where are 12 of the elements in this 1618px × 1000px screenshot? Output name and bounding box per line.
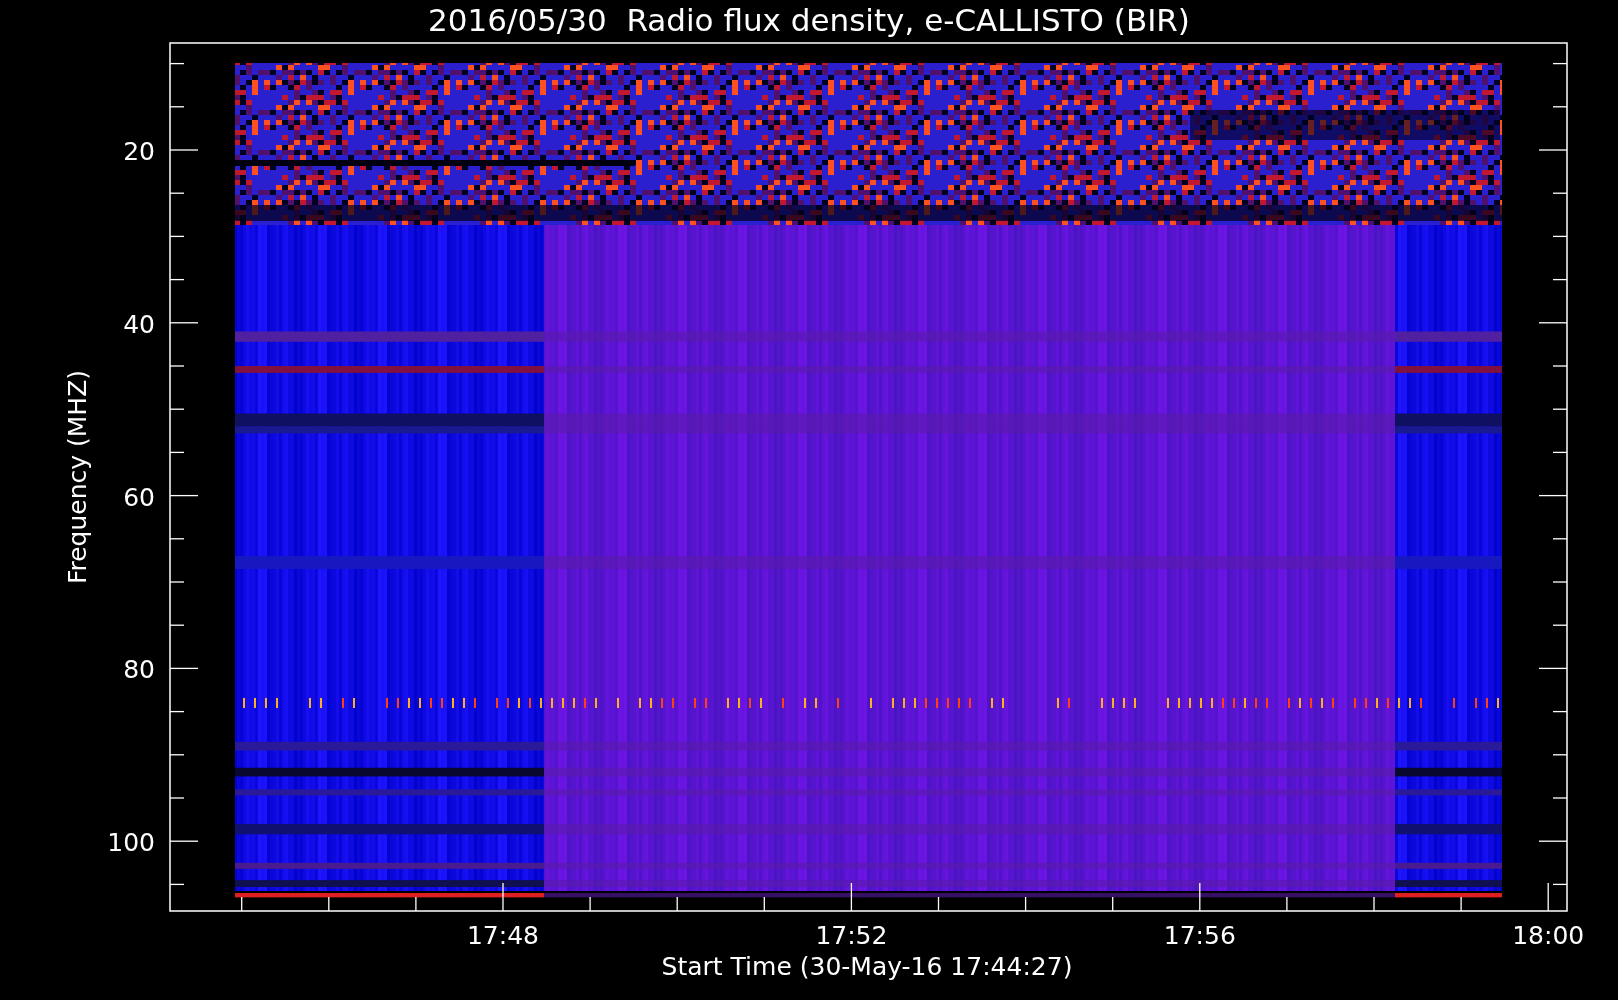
- tick-label: 60: [123, 482, 155, 512]
- tick-label: 17:56: [1163, 921, 1236, 950]
- tick-label: 80: [123, 655, 155, 685]
- plot-title: 2016/05/30 Radio flux density, e-CALLISTO (BIR): [428, 2, 1190, 38]
- tick-label: 40: [123, 309, 155, 339]
- tick-label: 17:52: [815, 921, 888, 950]
- axis-label: Frequency (MHZ): [63, 369, 92, 585]
- tick-label: 17:48: [467, 921, 539, 950]
- tick-label: 100: [107, 828, 155, 858]
- tick-label: 18:00: [1512, 921, 1585, 950]
- tick-label: 20: [123, 137, 155, 166]
- axis-label: Start Time (30-May-16 17:44:27): [661, 952, 1073, 981]
